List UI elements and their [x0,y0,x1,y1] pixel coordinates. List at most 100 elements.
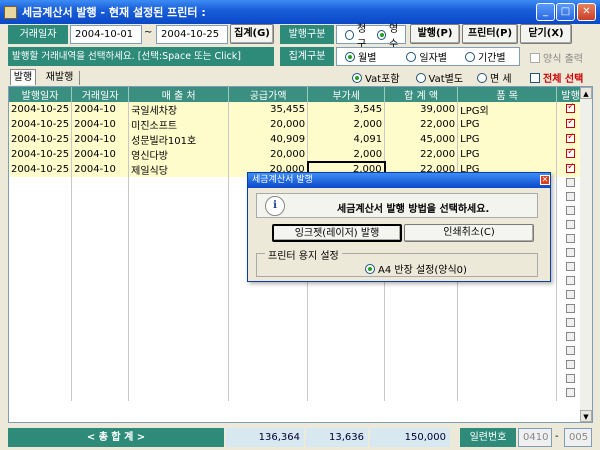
vat-opt-separate[interactable]: Vat별도 [415,70,463,85]
radio-icon [345,29,354,40]
header-client[interactable]: 매 출 처 [128,87,230,102]
inkjet-issue-button[interactable]: 잉크젯(레이저) 발행 [272,224,402,242]
empty-cell [71,345,130,359]
vat-opt-exempt[interactable]: 면 세 [477,70,512,85]
issue-opt-receipt[interactable]: 영수 [377,20,405,50]
date-from-field[interactable]: 2004-10-01 [70,25,142,44]
empty-cell [228,317,309,331]
table-row[interactable]: 2004-10-25 2004-10 영신다방 20,000 2,000 22,… [9,147,586,162]
maximize-button[interactable]: □ [556,3,575,21]
aggregate-button[interactable]: 집계(G) [230,24,274,44]
minimize-button[interactable]: _ [536,3,555,21]
cell-supply: 20,000 [228,147,309,162]
cell-total: 22,000 [384,147,459,162]
close-button[interactable]: 닫기(X) [520,24,572,44]
cell-vat: 2,000 [307,117,386,132]
select-all-checkbox[interactable]: 전체 선택 [530,70,583,85]
scroll-down-icon[interactable]: ▼ [580,410,592,422]
vat-opt-included[interactable]: Vat포함 [352,70,400,85]
dialog-title: 세금계산서 발행 [248,173,550,188]
radio-icon [477,72,488,83]
cell-supply: 35,455 [228,102,309,117]
empty-cell [71,261,130,275]
tab-issue[interactable]: 발행 [10,69,36,85]
printer-button[interactable]: 프린터(P) [462,24,518,44]
cell-item: LPG [457,117,558,132]
paper-group-label: 프린터 용지 설정 [265,247,342,262]
cell-client: 국일세차장 [128,102,230,117]
header-issue-date[interactable]: 발행일자 [9,87,73,102]
header-supply[interactable]: 공급가액 [228,87,309,102]
empty-cell [128,261,230,275]
empty-cell [128,359,230,373]
issue-button[interactable]: 발행(P) [410,24,460,44]
empty-cell [128,345,230,359]
serial-from-field[interactable]: 0410 [518,428,552,447]
empty-cell [128,205,230,219]
cell-item: LPG [457,132,558,147]
cell-total: 45,000 [384,132,459,147]
empty-cell [128,373,230,387]
cell-item: LPG외 [457,102,558,117]
empty-cell [307,373,386,387]
empty-cell [71,233,130,247]
dialog-close-icon[interactable]: ✕ [540,175,550,185]
empty-cell [9,331,73,345]
issue-opt-claim[interactable]: 청구 [345,20,373,50]
serial-to-field[interactable]: 005 [564,428,592,447]
empty-cell [71,219,130,233]
table-row[interactable]: 2004-10-25 2004-10 미진소프트 20,000 2,000 22… [9,117,586,132]
unchecked-icon [566,234,576,243]
empty-cell [71,387,130,401]
radio-selected-icon [377,29,386,40]
empty-row [9,331,586,345]
empty-cell [71,317,130,331]
empty-cell [128,289,230,303]
empty-cell [9,261,73,275]
tab-reissue[interactable]: 재발행 [40,71,80,85]
dialog-message-panel: i 세금계산서 발행 방법을 선택하세요. [256,193,538,218]
cell-client: 제일식당 [128,162,230,177]
table-row[interactable]: 2004-10-25 2004-10 성문빌라101호 40,909 4,091… [9,132,586,147]
close-window-button[interactable]: ✕ [577,3,596,21]
agg-type-label: 집계구분 [280,47,334,66]
header-vat[interactable]: 부가세 [307,87,386,102]
empty-cell [71,247,130,261]
paper-opt-a4-half[interactable]: A4 반장 설정(양식0) [365,261,467,276]
agg-type-group: 월별 일자별 기간별 [336,47,520,66]
header-item[interactable]: 품 목 [457,87,558,102]
print-cancel-button[interactable]: 인쇄취소(C) [404,224,534,242]
serial-dash: - [555,431,559,442]
header-total[interactable]: 합 계 액 [384,87,459,102]
empty-cell [307,317,386,331]
date-to-field[interactable]: 2004-10-25 [156,25,228,44]
agg-opt-period[interactable]: 기간별 [465,49,506,64]
empty-cell [71,177,130,191]
agg-opt-monthly[interactable]: 월별 [345,49,376,64]
cell-trade-date: 2004-10 [71,162,130,177]
empty-cell [457,373,558,387]
agg-opt-daily[interactable]: 일자별 [406,49,447,64]
empty-cell [457,303,558,317]
header-trade-date[interactable]: 거래일자 [71,87,130,102]
empty-row [9,359,586,373]
empty-cell [384,303,459,317]
info-icon: i [265,196,285,216]
cell-trade-date: 2004-10 [71,102,130,117]
empty-cell [228,289,309,303]
vertical-scrollbar[interactable]: ▲ ▼ [580,87,592,422]
scroll-up-icon[interactable]: ▲ [580,87,592,99]
empty-cell [128,219,230,233]
paper-settings-group: 프린터 용지 설정 A4 반장 설정(양식0) [256,247,538,277]
empty-cell [128,191,230,205]
radio-selected-icon [352,72,362,83]
cell-issue-date: 2004-10-25 [9,117,73,132]
empty-cell [128,247,230,261]
empty-cell [9,219,73,233]
cell-client: 영신다방 [128,147,230,162]
empty-cell [9,387,73,401]
table-row[interactable]: 2004-10-25 2004-10 국일세차장 35,455 3,545 39… [9,102,586,117]
issue-type-group: 청구 영수 [336,24,406,50]
print-form-checkbox[interactable]: 양식 출력 [530,50,583,65]
unchecked-icon [566,388,576,397]
